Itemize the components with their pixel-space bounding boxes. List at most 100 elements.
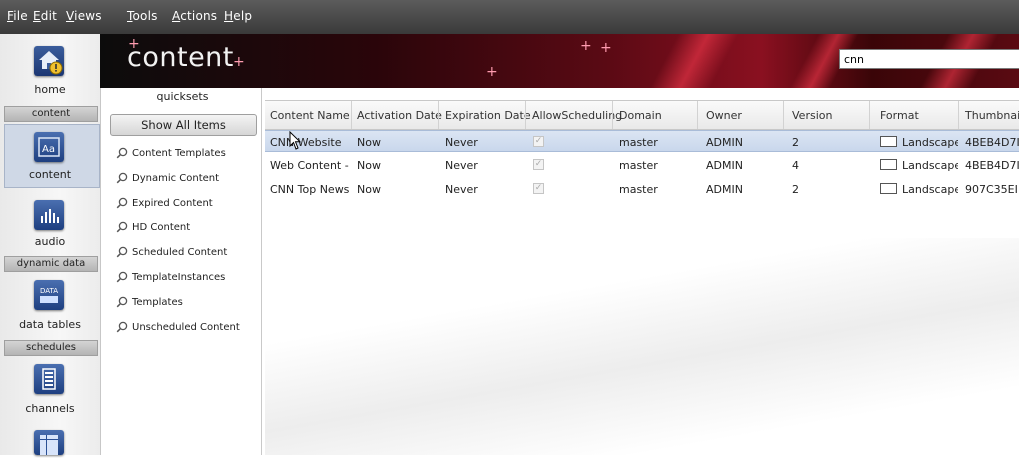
allow-scheduling-checkbox[interactable]: ✓ — [533, 183, 544, 194]
allow-scheduling-checkbox[interactable]: ✓ — [533, 159, 544, 170]
table-cell-version: 2 — [792, 136, 868, 149]
table-cell-version: 4 — [792, 159, 868, 172]
nav-section-content: content — [4, 106, 98, 122]
table-cell-activation: Now — [357, 136, 435, 149]
allow-scheduling-checkbox[interactable]: ✓ — [533, 136, 544, 147]
table-cell-name: CNN Website — [270, 136, 350, 149]
menu-help[interactable]: Help — [224, 9, 252, 23]
column-separator[interactable] — [612, 101, 613, 129]
cell-text: 4BEB4D7I — [965, 136, 1019, 149]
cell-text: 907C35EI — [965, 183, 1018, 196]
table-cell-thumb: 4BEB4D7I — [965, 136, 1019, 149]
quickset-item-label: Expired Content — [132, 198, 213, 209]
nav-section-dynamic-data: dynamic data — [4, 256, 98, 272]
cell-text: Never — [445, 183, 478, 196]
quickset-item[interactable]: TemplateInstances — [116, 271, 225, 283]
column-header-format[interactable]: Format — [880, 109, 919, 122]
grid-header: Content Name Activation Date Expiration … — [265, 100, 1019, 130]
home-icon — [34, 46, 64, 76]
cell-text: Never — [445, 159, 478, 172]
cell-text: ADMIN — [706, 183, 743, 196]
content-icon: Aa — [34, 132, 64, 162]
quicksets-panel: quicksets Show All Items Content Templat… — [104, 88, 262, 455]
table-cell-owner: ADMIN — [706, 159, 782, 172]
channels-icon — [34, 364, 64, 394]
quickset-item-label: Content Templates — [132, 148, 226, 159]
cell-text: Never — [445, 136, 478, 149]
search-icon — [116, 147, 128, 159]
landscape-icon — [880, 183, 897, 194]
nav-section-schedules: schedules — [4, 340, 98, 356]
cell-text: master — [619, 136, 658, 149]
nav-audio-label: audio — [34, 235, 66, 248]
column-header-version[interactable]: Version — [792, 109, 832, 122]
cell-text: 4 — [792, 159, 799, 172]
menu-bar: File Edit Views Tools Actions Help — [0, 0, 1019, 34]
table-cell-format: Landscape — [880, 159, 958, 172]
quickset-item[interactable]: Expired Content — [116, 197, 213, 209]
svg-text:Aa: Aa — [42, 144, 55, 155]
cell-text: ADMIN — [706, 136, 743, 149]
quickset-item-label: Templates — [132, 297, 183, 308]
page-title: content — [127, 42, 234, 73]
column-separator[interactable] — [869, 101, 870, 129]
cell-text: CNN Top News L — [270, 183, 350, 196]
menu-actions[interactable]: Actions — [172, 9, 217, 23]
svg-text:DATA: DATA — [40, 287, 58, 295]
table-cell-thumb: 4BEB4D7I — [965, 159, 1019, 172]
menu-tools[interactable]: Tools — [127, 9, 158, 23]
landscape-icon — [880, 159, 897, 170]
menu-edit[interactable]: Edit — [33, 9, 57, 23]
schedule-grid-icon[interactable] — [34, 430, 64, 455]
background-sheen — [265, 238, 1019, 455]
table-cell-name: CNN Top News L — [270, 183, 350, 196]
table-cell-owner: ADMIN — [706, 136, 782, 149]
quickset-item[interactable]: Unscheduled Content — [116, 321, 240, 333]
quickset-item[interactable]: Content Templates — [116, 147, 226, 159]
column-separator[interactable] — [783, 101, 784, 129]
cell-text: 2 — [792, 136, 799, 149]
column-header-activation-date[interactable]: Activation Date — [357, 109, 442, 122]
cell-text: CNN Website — [270, 136, 342, 149]
column-header-thumbnail[interactable]: Thumbnai — [965, 109, 1019, 122]
table-cell-format: Landscape — [880, 136, 958, 149]
nav-content-label: content — [28, 168, 72, 181]
show-all-items-button[interactable]: Show All Items — [110, 114, 257, 136]
column-separator[interactable] — [525, 101, 526, 129]
quickset-item[interactable]: Dynamic Content — [116, 172, 219, 184]
cell-text: 4BEB4D7I — [965, 159, 1019, 172]
table-cell-name: Web Content - v — [270, 159, 350, 172]
table-cell-owner: ADMIN — [706, 183, 782, 196]
header-banner: + + + + + content — [100, 34, 1019, 88]
table-cell-format: Landscape — [880, 183, 958, 196]
cell-text: master — [619, 159, 658, 172]
table-row[interactable]: Web Content - v Now Never ✓ master ADMIN 4 Land… — [265, 154, 1019, 176]
column-header-content-name[interactable]: Content Name — [270, 109, 350, 122]
menu-file[interactable]: File — [7, 9, 28, 23]
menu-views[interactable]: Views — [66, 9, 102, 23]
column-header-owner[interactable]: Owner — [706, 109, 742, 122]
column-separator[interactable] — [438, 101, 439, 129]
search-icon — [116, 296, 128, 308]
table-cell-version: 2 — [792, 183, 868, 196]
quickset-item[interactable]: HD Content — [116, 221, 190, 233]
search-icon — [116, 246, 128, 258]
column-header-expiration-date[interactable]: Expiration Date — [445, 109, 531, 122]
column-separator[interactable] — [958, 101, 959, 129]
cell-text: Now — [357, 136, 381, 149]
table-cell-activation: Now — [357, 183, 435, 196]
table-row[interactable]: CNN Top News L Now Never ✓ master ADMIN 2 Lands… — [265, 178, 1019, 200]
quickset-item[interactable]: Templates — [116, 296, 183, 308]
column-header-allow-scheduling[interactable]: AllowScheduling — [532, 109, 622, 122]
search-icon — [116, 197, 128, 209]
mouse-cursor-icon — [289, 131, 301, 150]
content-grid: Content Name Activation Date Expiration … — [265, 88, 1019, 455]
column-separator[interactable] — [697, 101, 698, 129]
column-separator[interactable] — [351, 101, 352, 129]
table-row[interactable]: CNN Website Now Never ✓ master ADMIN 2 Landscap… — [265, 130, 1019, 152]
cell-text: Landscape — [902, 159, 958, 172]
cell-text: ADMIN — [706, 159, 743, 172]
quickset-item[interactable]: Scheduled Content — [116, 246, 227, 258]
search-input[interactable] — [839, 49, 1019, 69]
column-header-domain[interactable]: Domain — [619, 109, 662, 122]
